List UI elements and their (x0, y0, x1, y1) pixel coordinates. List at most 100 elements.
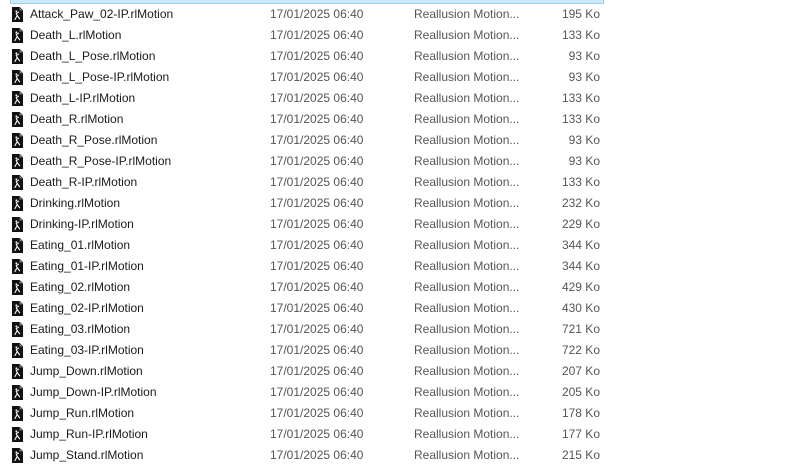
rlmotion-file-icon (12, 217, 23, 232)
file-type: Reallusion Motion... (414, 133, 520, 147)
file-type: Reallusion Motion... (414, 7, 520, 21)
file-name: Death_R.rlMotion (30, 112, 124, 126)
file-row[interactable]: Drinking-IP.rlMotion 17/01/2025 06:40 Re… (0, 214, 793, 235)
file-name: Jump_Down.rlMotion (30, 364, 143, 378)
file-date: 17/01/2025 06:40 (270, 154, 364, 168)
rlmotion-file-icon (12, 28, 23, 43)
file-row[interactable]: Death_L_Pose-IP.rlMotion 17/01/2025 06:4… (0, 67, 793, 88)
file-date: 17/01/2025 06:40 (270, 70, 364, 84)
file-row[interactable]: Death_R_Pose-IP.rlMotion 17/01/2025 06:4… (0, 151, 793, 172)
file-row[interactable]: Eating_02-IP.rlMotion 17/01/2025 06:40 R… (0, 298, 793, 319)
rlmotion-file-icon (12, 175, 23, 190)
file-date: 17/01/2025 06:40 (270, 448, 364, 462)
rlmotion-file-icon (12, 385, 23, 400)
file-type: Reallusion Motion... (414, 112, 520, 126)
file-type: Reallusion Motion... (414, 427, 520, 441)
file-type: Reallusion Motion... (414, 217, 520, 231)
file-date: 17/01/2025 06:40 (270, 259, 364, 273)
file-row[interactable]: Attack_Paw_02-IP.rlMotion 17/01/2025 06:… (0, 4, 793, 25)
file-name: Death_R_Pose-IP.rlMotion (30, 154, 172, 168)
file-type: Reallusion Motion... (414, 301, 520, 315)
file-type: Reallusion Motion... (414, 49, 520, 63)
file-type: Reallusion Motion... (414, 385, 520, 399)
file-date: 17/01/2025 06:40 (270, 280, 364, 294)
file-name: Jump_Run-IP.rlMotion (30, 427, 148, 441)
file-type: Reallusion Motion... (414, 70, 520, 84)
file-row[interactable]: Jump_Down-IP.rlMotion 17/01/2025 06:40 R… (0, 382, 793, 403)
file-row[interactable]: Eating_01.rlMotion 17/01/2025 06:40 Real… (0, 235, 793, 256)
file-name: Jump_Stand.rlMotion (30, 448, 144, 462)
file-row[interactable]: Eating_03-IP.rlMotion 17/01/2025 06:40 R… (0, 340, 793, 361)
file-name: Jump_Down-IP.rlMotion (30, 385, 157, 399)
rlmotion-file-icon (12, 280, 23, 295)
file-row[interactable]: Eating_02.rlMotion 17/01/2025 06:40 Real… (0, 277, 793, 298)
rlmotion-file-icon (12, 196, 23, 211)
file-row[interactable]: Death_L.rlMotion 17/01/2025 06:40 Reallu… (0, 25, 793, 46)
file-date: 17/01/2025 06:40 (270, 364, 364, 378)
file-name: Death_L.rlMotion (30, 28, 122, 42)
file-type: Reallusion Motion... (414, 28, 520, 42)
file-type: Reallusion Motion... (414, 259, 520, 273)
file-row[interactable]: Death_R-IP.rlMotion 17/01/2025 06:40 Rea… (0, 172, 793, 193)
file-size: 722 Ko (561, 343, 600, 357)
file-date: 17/01/2025 06:40 (270, 385, 364, 399)
file-row[interactable]: Jump_Run.rlMotion 17/01/2025 06:40 Reall… (0, 403, 793, 424)
file-row[interactable]: Drinking.rlMotion 17/01/2025 06:40 Reall… (0, 193, 793, 214)
file-name: Death_L_Pose-IP.rlMotion (30, 70, 170, 84)
file-type: Reallusion Motion... (414, 175, 520, 189)
file-name: Eating_01-IP.rlMotion (30, 259, 144, 273)
file-name: Death_L-IP.rlMotion (30, 91, 136, 105)
file-row[interactable]: Death_R_Pose.rlMotion 17/01/2025 06:40 R… (0, 130, 793, 151)
file-name: Eating_02-IP.rlMotion (30, 301, 144, 315)
file-date: 17/01/2025 06:40 (270, 175, 364, 189)
file-date: 17/01/2025 06:40 (270, 217, 364, 231)
rlmotion-file-icon (12, 91, 23, 106)
file-name: Death_R_Pose.rlMotion (30, 133, 158, 147)
file-size: 178 Ko (561, 406, 600, 420)
file-name: Drinking.rlMotion (30, 196, 121, 210)
file-type: Reallusion Motion... (414, 238, 520, 252)
file-date: 17/01/2025 06:40 (270, 238, 364, 252)
file-size: 133 Ko (561, 112, 600, 126)
file-row[interactable]: Eating_01-IP.rlMotion 17/01/2025 06:40 R… (0, 256, 793, 277)
rlmotion-file-icon (12, 301, 23, 316)
file-size: 133 Ko (561, 175, 600, 189)
file-type: Reallusion Motion... (414, 448, 520, 462)
file-row[interactable]: Jump_Stand.rlMotion 17/01/2025 06:40 Rea… (0, 445, 793, 466)
rlmotion-file-icon (12, 427, 23, 442)
file-size: 344 Ko (561, 259, 600, 273)
file-row[interactable]: Eating_03.rlMotion 17/01/2025 06:40 Real… (0, 319, 793, 340)
file-name: Death_L_Pose.rlMotion (30, 49, 156, 63)
file-type: Reallusion Motion... (414, 280, 520, 294)
file-name: Drinking-IP.rlMotion (30, 217, 134, 231)
rlmotion-file-icon (12, 112, 23, 127)
file-date: 17/01/2025 06:40 (270, 28, 364, 42)
rlmotion-file-icon (12, 70, 23, 85)
file-row[interactable]: Death_L_Pose.rlMotion 17/01/2025 06:40 R… (0, 46, 793, 67)
file-size: 430 Ko (561, 301, 600, 315)
file-name: Eating_03.rlMotion (30, 322, 131, 336)
file-type: Reallusion Motion... (414, 364, 520, 378)
rlmotion-file-icon (12, 7, 23, 22)
file-row[interactable]: Death_L-IP.rlMotion 17/01/2025 06:40 Rea… (0, 88, 793, 109)
file-size: 133 Ko (561, 28, 600, 42)
file-size: 177 Ko (561, 427, 600, 441)
file-size: 429 Ko (561, 280, 600, 294)
file-date: 17/01/2025 06:40 (270, 91, 364, 105)
file-name: Eating_02.rlMotion (30, 280, 131, 294)
file-size: 205 Ko (561, 385, 600, 399)
file-date: 17/01/2025 06:40 (270, 427, 364, 441)
rlmotion-file-icon (12, 448, 23, 463)
file-date: 17/01/2025 06:40 (270, 322, 364, 336)
file-row[interactable]: Death_R.rlMotion 17/01/2025 06:40 Reallu… (0, 109, 793, 130)
file-size: 344 Ko (561, 238, 600, 252)
file-size: 721 Ko (561, 322, 600, 336)
file-date: 17/01/2025 06:40 (270, 343, 364, 357)
file-size: 133 Ko (561, 91, 600, 105)
rlmotion-file-icon (12, 238, 23, 253)
file-size: 207 Ko (561, 364, 600, 378)
file-row[interactable]: Jump_Down.rlMotion 17/01/2025 06:40 Real… (0, 361, 793, 382)
file-row[interactable]: Jump_Run-IP.rlMotion 17/01/2025 06:40 Re… (0, 424, 793, 445)
file-date: 17/01/2025 06:40 (270, 133, 364, 147)
file-date: 17/01/2025 06:40 (270, 7, 364, 21)
